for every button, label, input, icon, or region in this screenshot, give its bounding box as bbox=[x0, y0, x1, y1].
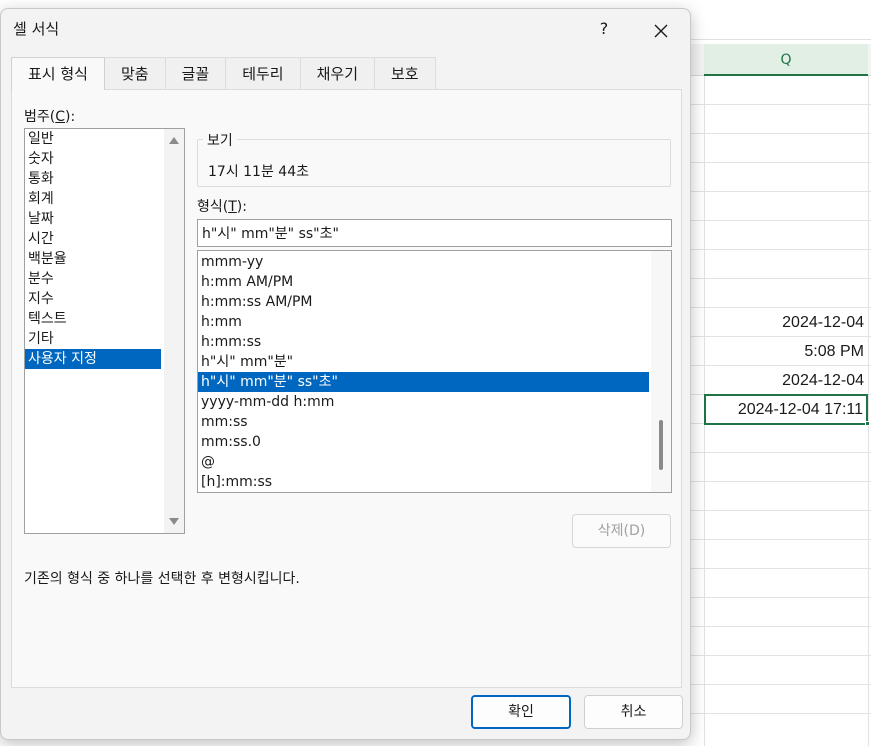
grid-line bbox=[690, 568, 871, 569]
scroll-up-icon[interactable] bbox=[169, 137, 179, 144]
grid-line bbox=[690, 481, 871, 482]
format-item-selected[interactable]: h"시" mm"분" ss"초" bbox=[198, 372, 649, 392]
active-cell[interactable]: 2024-12-04 17:11 bbox=[704, 394, 868, 425]
cell-q-date-1[interactable]: 2024-12-04 bbox=[704, 308, 868, 337]
grid-line bbox=[868, 76, 869, 746]
grid-line bbox=[690, 220, 871, 221]
grid-line bbox=[690, 162, 871, 163]
grid-line bbox=[690, 539, 871, 540]
cancel-button[interactable]: 취소 bbox=[584, 695, 683, 729]
category-item[interactable]: 지수 bbox=[25, 289, 161, 309]
grid-line bbox=[690, 597, 871, 598]
category-item[interactable]: 숫자 bbox=[25, 149, 161, 169]
help-description: 기존의 형식 중 하나를 선택한 후 변형시킵니다. bbox=[24, 571, 300, 587]
format-item[interactable]: h:mm AM/PM bbox=[198, 272, 649, 292]
category-listbox[interactable]: 일반 숫자 통화 회계 날짜 시간 백분율 분수 지수 텍스트 기타 사용자 지… bbox=[24, 128, 185, 534]
scrollbar-thumb[interactable] bbox=[659, 420, 663, 470]
tab-border[interactable]: 테두리 bbox=[225, 57, 301, 89]
tab-font[interactable]: 글꼴 bbox=[164, 57, 227, 89]
help-button[interactable]: ? bbox=[586, 14, 622, 44]
tab-strip: 표시 형식 맞춤 글꼴 테두리 채우기 보호 bbox=[11, 57, 436, 90]
sample-label: 보기 bbox=[203, 130, 237, 150]
format-item[interactable]: @ bbox=[198, 452, 649, 472]
format-item[interactable]: [h]:mm:ss bbox=[198, 472, 649, 492]
grid-line bbox=[690, 249, 871, 250]
grid-line bbox=[690, 278, 871, 279]
format-scrollbar[interactable] bbox=[651, 251, 671, 492]
category-item[interactable]: 기타 bbox=[25, 329, 161, 349]
tab-alignment[interactable]: 맞춤 bbox=[103, 57, 166, 89]
grid-line bbox=[690, 452, 871, 453]
category-item[interactable]: 회계 bbox=[25, 189, 161, 209]
sample-value: 17시 11분 44초 bbox=[208, 164, 309, 180]
grid-line bbox=[690, 133, 871, 134]
tab-fill[interactable]: 채우기 bbox=[299, 57, 375, 89]
fill-handle[interactable] bbox=[865, 421, 870, 426]
category-item[interactable]: 날짜 bbox=[25, 209, 161, 229]
scroll-down-icon[interactable] bbox=[169, 518, 179, 525]
category-item[interactable]: 일반 bbox=[25, 129, 161, 149]
tab-protection[interactable]: 보호 bbox=[374, 57, 436, 89]
format-item[interactable]: h"시" mm"분" bbox=[198, 352, 649, 372]
dialog-title: 셀 서식 bbox=[13, 20, 60, 38]
category-item[interactable]: 통화 bbox=[25, 169, 161, 189]
category-item-selected[interactable]: 사용자 지정 bbox=[25, 349, 161, 369]
grid-line bbox=[690, 684, 871, 685]
format-item[interactable]: yyyy-mm-dd h:mm bbox=[198, 392, 649, 412]
grid-line bbox=[690, 510, 871, 511]
format-type-label: 형식(T): bbox=[197, 199, 247, 215]
cell-q-time[interactable]: 5:08 PM bbox=[704, 337, 868, 366]
format-item[interactable]: mm:ss bbox=[198, 412, 649, 432]
format-item[interactable]: h:mm:ss bbox=[198, 332, 649, 352]
category-item[interactable]: 백분율 bbox=[25, 249, 161, 269]
delete-button[interactable]: 삭제(D) bbox=[572, 514, 671, 548]
ok-button[interactable]: 확인 bbox=[471, 695, 571, 729]
grid-line bbox=[690, 191, 871, 192]
tab-number[interactable]: 표시 형식 bbox=[11, 57, 105, 90]
format-item[interactable]: h:mm bbox=[198, 312, 649, 332]
format-item[interactable]: h:mm:ss AM/PM bbox=[198, 292, 649, 312]
format-listbox[interactable]: mmm-yy h:mm AM/PM h:mm:ss AM/PM h:mm h:m… bbox=[197, 250, 672, 493]
category-scrollbar[interactable] bbox=[164, 129, 184, 533]
format-item[interactable]: mm:ss.0 bbox=[198, 432, 649, 452]
grid-line bbox=[690, 104, 871, 105]
close-icon bbox=[654, 24, 668, 37]
grid-line bbox=[690, 626, 871, 627]
close-button[interactable] bbox=[641, 14, 681, 44]
format-item[interactable]: mmm-yy bbox=[198, 252, 649, 272]
cell-q-date-2[interactable]: 2024-12-04 bbox=[704, 366, 868, 395]
formula-bar-area bbox=[690, 0, 871, 40]
title-bar[interactable]: 셀 서식 ? bbox=[1, 9, 690, 49]
format-cells-dialog: 셀 서식 ? 표시 형식 맞춤 글꼴 테두리 채우기 보호 범주(C): 일반 … bbox=[0, 8, 691, 740]
category-item[interactable]: 시간 bbox=[25, 229, 161, 249]
category-label: 범주(C): bbox=[24, 109, 76, 125]
category-item[interactable]: 분수 bbox=[25, 269, 161, 289]
number-tab-panel: 범주(C): 일반 숫자 통화 회계 날짜 시간 백분율 분수 지수 텍스트 기… bbox=[11, 89, 682, 688]
format-code-input[interactable] bbox=[197, 219, 672, 247]
column-header-q[interactable]: Q bbox=[704, 44, 868, 76]
grid-line bbox=[690, 655, 871, 656]
category-item[interactable]: 텍스트 bbox=[25, 309, 161, 329]
grid-line bbox=[690, 713, 871, 714]
